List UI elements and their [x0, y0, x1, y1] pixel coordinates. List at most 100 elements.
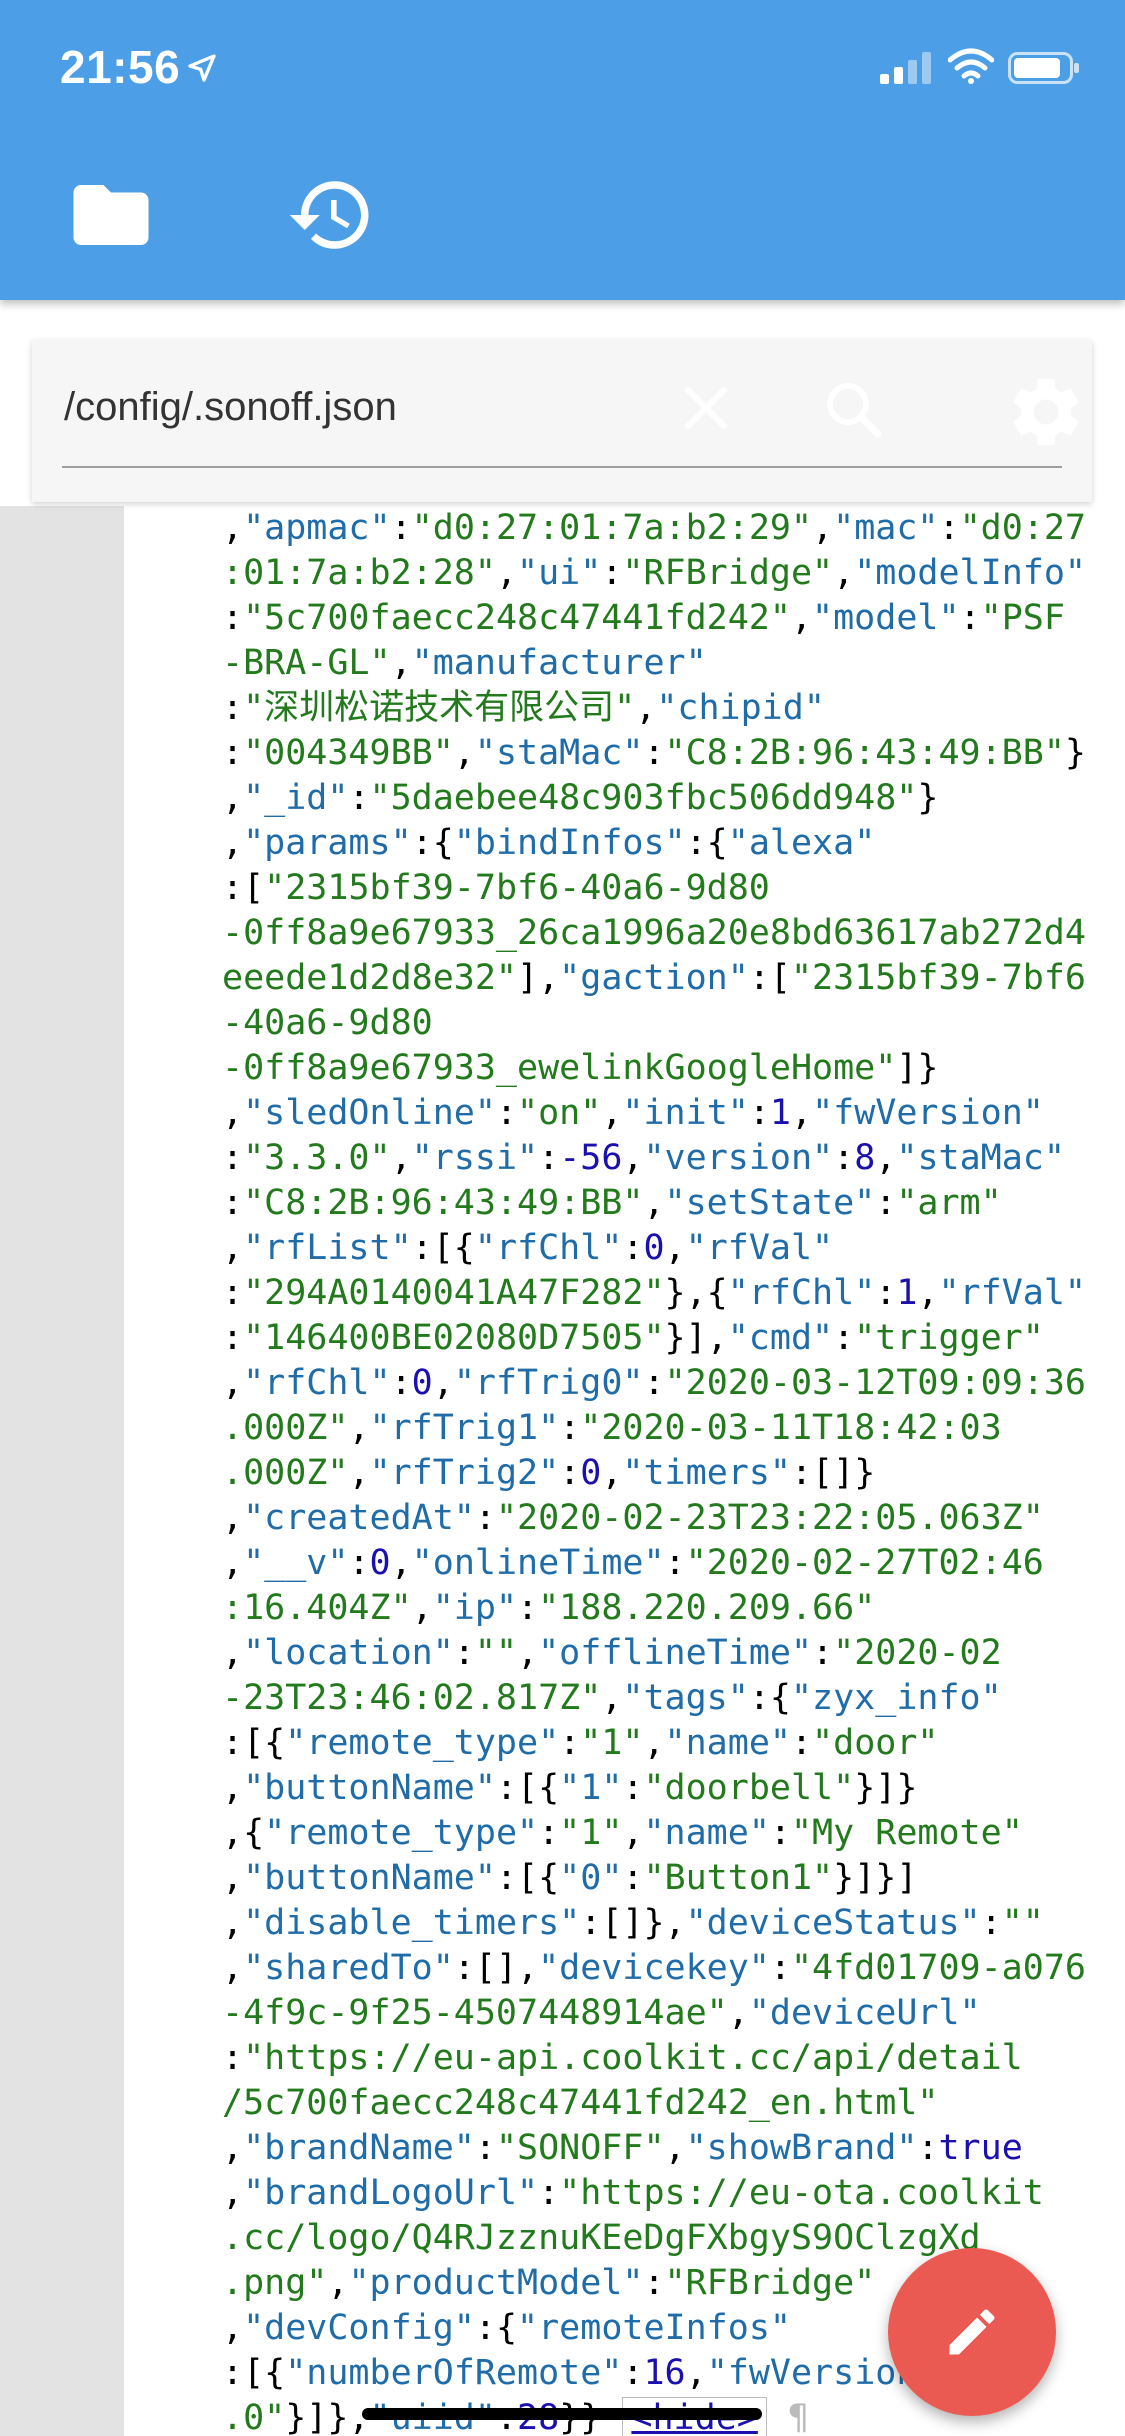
- code-line: ,"_id":"5daebee48c903fbc506dd948"}: [222, 776, 1122, 821]
- code-line: :"5c700faecc248c47441fd242","model":"PSF: [222, 596, 1122, 641]
- code-token: .000Z": [222, 1408, 349, 1448]
- code-line: ,"rfChl":0,"rfTrig0":"2020-03-12T09:09:3…: [222, 1361, 1122, 1406]
- code-token: ,: [222, 1093, 244, 1133]
- code-token: "": [1001, 1903, 1044, 1943]
- code-editor[interactable]: ,"apmac":"d0:27:01:7a:b2:29","mac":"d0:2…: [0, 506, 1125, 2436]
- code-token: "showBrand": [685, 2128, 918, 2168]
- code-token: :: [790, 1723, 813, 1763]
- code-token: :: [664, 1543, 686, 1583]
- code-token: "devicekey": [538, 1948, 770, 1988]
- code-token: "2315bf39-7bf6: [790, 958, 1086, 998]
- code-token: "door": [812, 1723, 939, 1763]
- code-token: ]}: [896, 1048, 939, 1088]
- code-token: "https://eu-ota.coolkit: [559, 2173, 1044, 2213]
- code-token: "SONOFF": [495, 2128, 665, 2168]
- code-token: "rfVal": [938, 1273, 1086, 1313]
- code-token: "deviceStatus": [685, 1903, 981, 1943]
- history-button[interactable]: [286, 170, 376, 260]
- code-token: ,: [664, 1228, 686, 1268]
- code-token: 0: [411, 1363, 433, 1403]
- code-token: }]}]: [833, 1858, 918, 1898]
- clear-path-button[interactable]: [644, 360, 768, 469]
- code-token: ,: [222, 823, 244, 863]
- code-token: :: [812, 1633, 834, 1673]
- folder-button[interactable]: [66, 170, 156, 260]
- code-line: ,"buttonName":[{"1":"doorbell"}]}: [222, 1766, 1122, 1811]
- code-token: "buttonName": [243, 1858, 496, 1898]
- status-time: 21:56: [60, 41, 181, 93]
- history-icon: [289, 181, 369, 249]
- code-token: "location": [243, 1633, 454, 1673]
- code-line: -BRA-GL","manufacturer": [222, 641, 1122, 686]
- code-token: "2315bf39-7bf6-40a6-9d80: [264, 868, 770, 908]
- wifi-icon: [948, 48, 994, 84]
- code-token: ,: [812, 508, 834, 548]
- code-token: "modelInfo": [854, 553, 1086, 593]
- code-token: "alexa": [727, 823, 876, 863]
- code-token: "5c700faecc248c47441fd242": [243, 598, 791, 638]
- code-token: "rfChl": [474, 1228, 623, 1268]
- code-token: "fwVersion": [812, 1093, 1044, 1133]
- code-token: ,: [601, 1678, 623, 1718]
- code-token: :: [769, 1948, 791, 1988]
- code-token: "rfVal": [685, 1228, 834, 1268]
- code-token: ,: [222, 1903, 244, 1943]
- code-token: ,: [727, 1993, 749, 2033]
- code-token: ,: [411, 1588, 433, 1628]
- code-line: -4f9c-9f25-4507448914ae","deviceUrl": [222, 1991, 1122, 2036]
- code-token: /5c700faecc248c47441fd242_en.html": [222, 2083, 939, 2123]
- path-bar: [32, 340, 1092, 502]
- code-line: :16.404Z","ip":"188.220.209.66": [222, 1586, 1122, 1631]
- code-token: }: [917, 778, 939, 818]
- json-code[interactable]: ,"apmac":"d0:27:01:7a:b2:29","mac":"d0:2…: [222, 506, 1122, 2436]
- code-token: 1: [769, 1093, 791, 1133]
- code-token: "C8:2B:96:43:49:BB": [243, 1183, 644, 1223]
- code-token: "1": [559, 1813, 623, 1853]
- code-token: :: [390, 508, 412, 548]
- code-token: :: [559, 1408, 581, 1448]
- code-line: /5c700faecc248c47441fd242_en.html": [222, 2081, 1122, 2126]
- code-token: "4fd01709-a076: [790, 1948, 1086, 1988]
- code-token: :: [833, 1318, 855, 1358]
- code-token: :: [643, 733, 665, 773]
- code-token: "https://eu-api.coolkit.cc/api/detail: [243, 2038, 1023, 2078]
- code-token: ,: [517, 1633, 539, 1673]
- code-token: "ui": [517, 553, 602, 593]
- code-token: ,: [622, 1813, 644, 1853]
- code-line: :"C8:2B:96:43:49:BB","setState":"arm": [222, 1181, 1122, 1226]
- code-token: "brandName": [243, 2128, 475, 2168]
- folder-icon: [73, 185, 149, 245]
- code-token: ,: [601, 1453, 623, 1493]
- code-token: ,: [833, 553, 855, 593]
- code-token: "sharedTo": [243, 1948, 454, 1988]
- settings-button[interactable]: [1004, 360, 1088, 469]
- code-token: ,: [222, 1228, 244, 1268]
- code-token: true: [938, 2128, 1023, 2168]
- code-token: :: [622, 1858, 644, 1898]
- code-token: ,: [222, 1543, 244, 1583]
- search-button[interactable]: [802, 360, 906, 469]
- code-line: ,"disable_timers":[]},"deviceStatus":"": [222, 1901, 1122, 1946]
- code-token: "cmd": [727, 1318, 834, 1358]
- path-input[interactable]: [62, 376, 626, 438]
- code-token: "remote_type": [285, 1723, 560, 1763]
- code-token: "rssi": [411, 1138, 539, 1178]
- code-token: "chipid": [656, 688, 825, 728]
- code-token: :: [938, 508, 960, 548]
- code-token: :{: [748, 1678, 791, 1718]
- code-token: .cc/logo/Q4RJzznuKEeDgFXbgyS9OCl: [222, 2218, 897, 2258]
- code-token: ,: [601, 1093, 623, 1133]
- code-token: :: [622, 1228, 644, 1268]
- code-token: ,: [643, 1183, 665, 1223]
- code-token: "2020-02-27T02:46: [685, 1543, 1044, 1583]
- edit-button[interactable]: [888, 2248, 1056, 2416]
- code-line: -40a6-9d80: [222, 1001, 1122, 1046]
- code-token: "2020-02-23T23:22:05.063Z": [495, 1498, 1044, 1538]
- code-token: ],: [517, 958, 560, 998]
- code-token: -40a6-9d80: [222, 1003, 433, 1043]
- code-token: ,: [791, 1093, 813, 1133]
- code-token: "zyx_info": [790, 1678, 1002, 1718]
- code-token: "": [474, 1633, 518, 1673]
- code-token: "5daebee48c903fbc506dd948": [369, 778, 918, 818]
